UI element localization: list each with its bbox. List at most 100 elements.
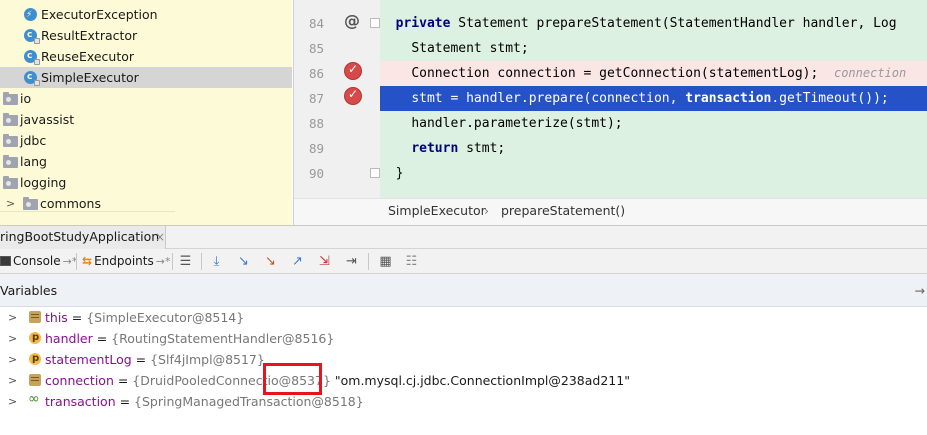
variable-value: {DruidPooledConnectio bbox=[132, 373, 279, 388]
breadcrumb-method[interactable]: prepareStatement() bbox=[501, 199, 625, 223]
chevron-right-icon[interactable]: > bbox=[8, 391, 17, 412]
step-over-icon[interactable]: ⤓ bbox=[207, 252, 226, 271]
variable-value: {RoutingStatementHandler@8516} bbox=[111, 331, 335, 346]
variable-row[interactable]: > statementLog = {Slf4jImpl@8517} bbox=[0, 348, 927, 370]
chevron-right-icon[interactable]: > bbox=[8, 328, 17, 349]
line-number: 84 bbox=[308, 16, 324, 31]
run-to-cursor-icon[interactable]: ⇥ bbox=[342, 252, 361, 271]
fold-marker-icon[interactable] bbox=[370, 168, 380, 178]
override-annotation-icon: @ bbox=[344, 11, 360, 30]
run-config-name: ringBootStudyApplication bbox=[0, 229, 160, 244]
code-line-86[interactable]: Connection connection = getConnection(st… bbox=[380, 61, 927, 86]
code-text: .getTimeout()); bbox=[771, 91, 889, 106]
parameter-icon bbox=[29, 348, 41, 369]
breakpoint-icon[interactable] bbox=[344, 87, 362, 105]
variable-name: transaction bbox=[45, 394, 116, 409]
breakpoint-icon[interactable] bbox=[344, 62, 362, 80]
trace-stream-icon[interactable]: ☷ bbox=[402, 252, 421, 271]
endpoints-icon: ⇆ bbox=[82, 254, 93, 268]
keyword: private bbox=[395, 16, 451, 31]
watch-icon bbox=[28, 389, 43, 410]
tree-item-label: lang bbox=[20, 154, 47, 169]
annotation-highlight-box bbox=[263, 363, 322, 395]
tab-endpoints[interactable]: ⇆ Endpoints →* bbox=[82, 251, 170, 272]
fold-marker-icon[interactable] bbox=[370, 18, 380, 28]
class-icon bbox=[24, 25, 40, 46]
package-icon bbox=[23, 197, 38, 210]
pin-icon[interactable]: → bbox=[915, 274, 925, 307]
step-out-icon[interactable]: ↗ bbox=[288, 252, 307, 271]
code-editor[interactable]: 84 @ 85 86 87 88 89 90 private Statement… bbox=[293, 0, 927, 225]
package-icon bbox=[3, 92, 18, 105]
breadcrumb: SimpleExecutor › prepareStatement() bbox=[294, 198, 927, 225]
code-text: Connection connection = getConnection(st… bbox=[411, 66, 819, 81]
package-icon bbox=[3, 113, 18, 126]
variable-value: {Slf4jImpl@8517} bbox=[150, 352, 265, 367]
class-icon bbox=[24, 46, 40, 67]
line-number: 86 bbox=[308, 66, 324, 81]
tab-label: Endpoints bbox=[94, 254, 154, 268]
code-line-89[interactable]: return stmt; bbox=[380, 136, 927, 161]
code-text: Statement prepareStatement(StatementHand… bbox=[450, 16, 897, 31]
class-icon bbox=[24, 67, 40, 88]
equals-sign: = bbox=[115, 394, 135, 409]
equals-sign: = bbox=[92, 331, 112, 346]
field-icon bbox=[29, 374, 41, 386]
package-icon bbox=[3, 155, 18, 168]
tree-item-label: ResultExtractor bbox=[41, 28, 138, 43]
code-text: stmt = handler.prepare(connection, bbox=[411, 91, 686, 106]
close-icon[interactable]: × bbox=[155, 226, 165, 248]
variable-name: handler bbox=[45, 331, 93, 346]
pin-icon[interactable]: →* bbox=[156, 255, 171, 268]
inline-debug-hint: connection bbox=[833, 66, 907, 80]
line-number: 87 bbox=[308, 91, 324, 106]
tree-item-label: ReuseExecutor bbox=[41, 49, 135, 64]
line-number: 89 bbox=[308, 141, 324, 156]
equals-sign: = bbox=[67, 310, 87, 325]
chevron-right-icon[interactable]: > bbox=[8, 370, 17, 391]
force-step-into-icon[interactable]: ↘ bbox=[261, 252, 280, 271]
variable-row[interactable]: > handler = {RoutingStatementHandler@851… bbox=[0, 327, 927, 349]
equals-sign: = bbox=[131, 352, 151, 367]
code-text: stmt; bbox=[458, 141, 506, 156]
variable-row[interactable]: > this = {SimpleExecutor@8514} bbox=[0, 307, 927, 328]
package-icon bbox=[3, 134, 18, 147]
debug-toolbar: Console →* ⇆ Endpoints →* ☰ ⤓ ↘ ↘ ↗ ⇲ ⇥ ▦ ☷ bbox=[0, 249, 927, 274]
code-area[interactable]: private Statement prepareStatement(State… bbox=[380, 0, 927, 198]
tab-console[interactable]: Console →* bbox=[0, 251, 77, 272]
variable-value: {SpringManagedTransaction@8518} bbox=[134, 394, 364, 409]
variable-name: statementLog bbox=[45, 352, 132, 367]
debug-session-tab[interactable]: ringBootStudyApplication bbox=[0, 226, 167, 249]
tree-item-label: SimpleExecutor bbox=[41, 70, 139, 85]
variables-panel-header: Variables → bbox=[0, 274, 927, 307]
editor-gutter[interactable]: 84 @ 85 86 87 88 89 90 bbox=[294, 0, 380, 198]
variable-name: this bbox=[45, 310, 68, 325]
variables-list: > this = {SimpleExecutor@8514} > handler… bbox=[0, 307, 927, 435]
field-icon bbox=[29, 311, 41, 323]
line-number: 88 bbox=[308, 116, 324, 131]
variable-row[interactable]: > connection = {DruidPooledConnectio@853… bbox=[0, 370, 927, 391]
code-line-84[interactable]: private Statement prepareStatement(State… bbox=[380, 11, 927, 36]
code-line-87-current[interactable]: stmt = handler.prepare(connection, trans… bbox=[380, 86, 927, 111]
tree-item-simple-executor[interactable]: SimpleExecutor bbox=[0, 67, 292, 88]
tree-scroll-edge bbox=[0, 211, 175, 225]
drop-frame-icon[interactable]: ⇲ bbox=[315, 252, 334, 271]
variable-row[interactable]: > transaction = {SpringManagedTransactio… bbox=[0, 389, 927, 412]
variable-name: connection bbox=[45, 373, 114, 388]
exception-class-icon bbox=[24, 5, 37, 26]
panel-title: Variables bbox=[0, 283, 58, 298]
code-line-85[interactable]: Statement stmt; bbox=[380, 36, 927, 61]
code-line-88[interactable]: handler.parameterize(stmt); bbox=[380, 111, 927, 136]
console-icon bbox=[0, 256, 11, 266]
show-execution-point-icon[interactable]: ☰ bbox=[176, 252, 195, 271]
variable-string-value: "om.mysql.cj.jdbc.ConnectionImpl@238ad21… bbox=[330, 373, 630, 388]
step-into-icon[interactable]: ↘ bbox=[234, 252, 253, 271]
evaluate-expression-icon[interactable]: ▦ bbox=[376, 252, 395, 271]
variable-value: {SimpleExecutor@8514} bbox=[86, 310, 245, 325]
chevron-right-icon[interactable]: > bbox=[8, 349, 17, 370]
breadcrumb-file[interactable]: SimpleExecutor bbox=[388, 199, 486, 223]
tree-item-label: logging bbox=[20, 175, 67, 190]
project-tree: ExecutorException ResultExtractor ReuseE… bbox=[0, 0, 292, 225]
code-line-90[interactable]: } bbox=[380, 161, 927, 186]
chevron-right-icon[interactable]: > bbox=[8, 307, 17, 328]
